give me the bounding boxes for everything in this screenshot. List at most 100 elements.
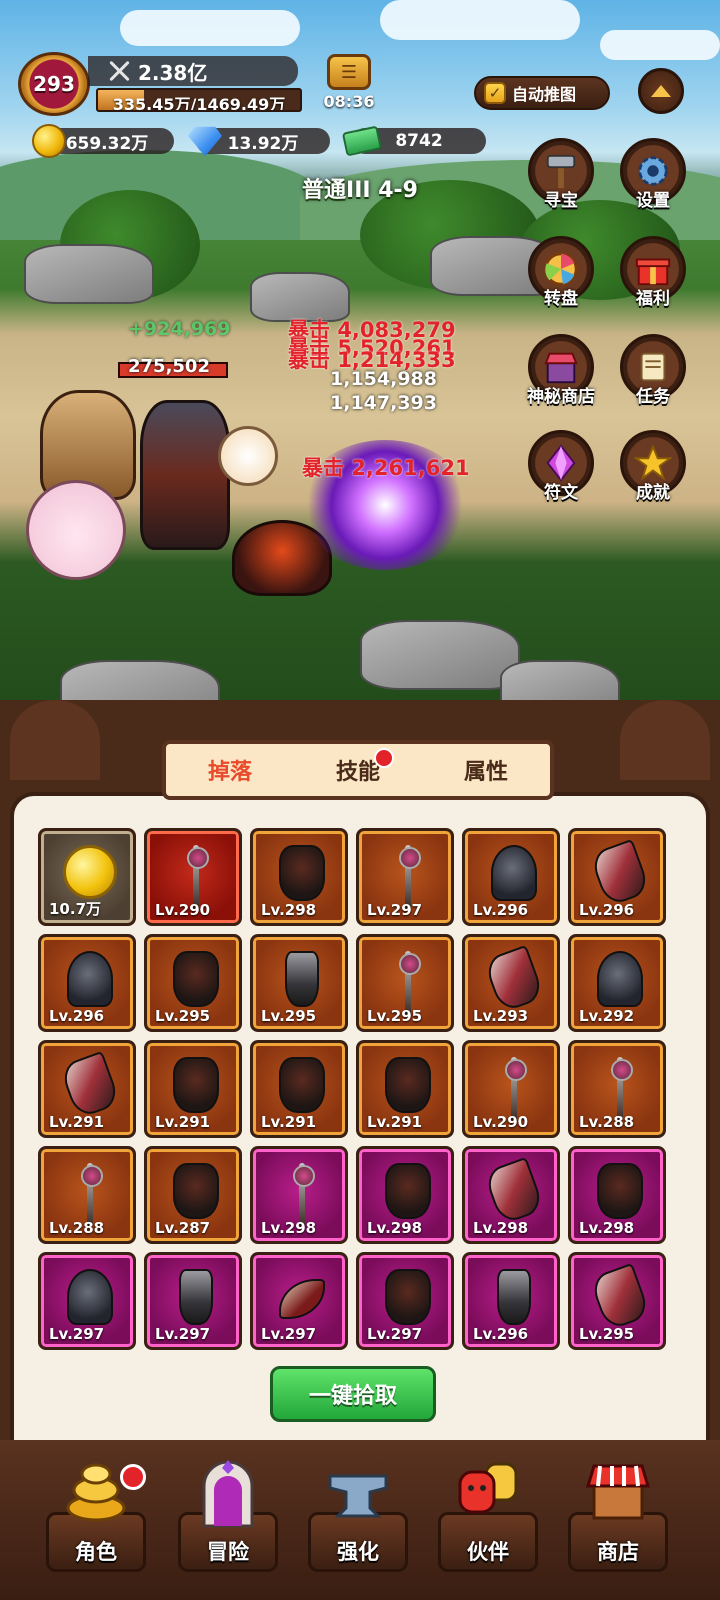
drop-item-slot[interactable]: Lv.291: [38, 1040, 136, 1138]
gear-icon: [638, 156, 668, 186]
treasure-hunt-button[interactable]: 寻宝: [518, 138, 604, 234]
nav-partners-label: 伙伴: [467, 1540, 509, 1564]
wheel-button[interactable]: 转盘: [518, 236, 604, 332]
drop-item-slot[interactable]: Lv.298: [250, 828, 348, 926]
nav-enhance[interactable]: 强化: [298, 1458, 418, 1590]
treasure-hunt-label: 寻宝: [544, 191, 578, 211]
drop-item-level: Lv.288: [579, 1113, 635, 1131]
runes-button[interactable]: 符文: [518, 430, 604, 526]
gold-counter[interactable]: 659.32万: [32, 124, 174, 158]
drop-item-slot[interactable]: Lv.290: [462, 1040, 560, 1138]
staff-icon: [505, 1057, 527, 1121]
tab-attributes[interactable]: 属性: [464, 754, 508, 786]
notification-dot: [374, 748, 394, 768]
shop-stall-icon: [586, 1464, 650, 1520]
achievements-button[interactable]: 成就: [610, 430, 696, 526]
crossed-swords-icon: [108, 60, 130, 82]
drop-item-slot[interactable]: Lv.296: [38, 934, 136, 1032]
staff-icon: [293, 1163, 315, 1227]
tab-skills[interactable]: 技能: [336, 748, 394, 786]
drop-item-slot[interactable]: Lv.298: [250, 1146, 348, 1244]
drop-item-level: 10.7万: [49, 900, 102, 918]
drop-item-slot[interactable]: Lv.288: [38, 1146, 136, 1244]
drop-item-level: Lv.296: [579, 901, 635, 919]
drop-item-level: Lv.290: [473, 1113, 529, 1131]
portal-door-icon: [202, 1460, 254, 1528]
rock: [24, 244, 154, 304]
drop-item-slot[interactable]: Lv.295: [356, 934, 454, 1032]
horn-icon: [279, 1279, 325, 1319]
drop-item-slot[interactable]: Lv.291: [144, 1040, 242, 1138]
nav-character[interactable]: 角色: [36, 1458, 156, 1590]
drop-item-slot[interactable]: Lv.296: [462, 1252, 560, 1350]
tab-drops[interactable]: 掉落: [208, 754, 252, 786]
combat-power: 2.38亿: [88, 56, 298, 86]
drop-item-slot[interactable]: Lv.293: [462, 934, 560, 1032]
crit-label: 暴击: [288, 348, 330, 372]
armor-icon: [173, 1057, 219, 1113]
heal-number: +924,969: [128, 318, 231, 340]
drop-item-level: Lv.296: [49, 1007, 105, 1025]
experience-text: 335.45万/1469.49万: [112, 95, 286, 112]
scroll-icon: [640, 352, 666, 382]
drop-item-level: Lv.287: [155, 1219, 211, 1237]
drop-item-slot[interactable]: Lv.297: [356, 828, 454, 926]
drop-item-slot[interactable]: Lv.295: [250, 934, 348, 1032]
achievements-label: 成就: [636, 483, 670, 503]
nav-partners[interactable]: 伙伴: [428, 1458, 548, 1590]
drop-item-slot[interactable]: Lv.287: [144, 1146, 242, 1244]
chest-timer: 08:36: [323, 92, 375, 111]
collect-all-button[interactable]: 一键拾取: [270, 1366, 436, 1422]
diamond-counter[interactable]: 13.92万: [188, 126, 330, 157]
checkmark-icon: ✓: [484, 82, 506, 104]
drop-item-slot[interactable]: Lv.288: [568, 1040, 666, 1138]
drop-item-level: Lv.298: [579, 1219, 635, 1237]
drop-item-slot[interactable]: Lv.296: [462, 828, 560, 926]
drop-item-level: Lv.295: [579, 1325, 635, 1343]
runes-label: 符文: [544, 483, 578, 503]
drop-item-level: Lv.290: [155, 901, 211, 919]
helm-icon: [67, 951, 113, 1007]
mystery-shop-button[interactable]: 神秘商店: [518, 334, 604, 430]
drop-item-slot[interactable]: Lv.291: [250, 1040, 348, 1138]
drop-item-slot[interactable]: Lv.295: [568, 1252, 666, 1350]
glove-icon: [58, 1050, 122, 1120]
drop-item-slot[interactable]: Lv.297: [250, 1252, 348, 1350]
drop-item-level: Lv.288: [49, 1219, 105, 1237]
crystal-icon: [546, 444, 576, 482]
crit-value: 2,261,621: [351, 456, 470, 480]
bottom-nav: 角色 冒险 强化 伙伴 商店: [0, 1440, 720, 1600]
drop-item-level: Lv.295: [155, 1007, 211, 1025]
drop-item-level: Lv.298: [473, 1219, 529, 1237]
drop-item-slot[interactable]: 10.7万: [38, 828, 136, 926]
drop-item-slot[interactable]: Lv.297: [144, 1252, 242, 1350]
staff-icon: [399, 951, 421, 1015]
drop-item-slot[interactable]: Lv.297: [38, 1252, 136, 1350]
drop-item-slot[interactable]: Lv.292: [568, 934, 666, 1032]
nav-shop[interactable]: 商店: [558, 1458, 678, 1590]
drop-item-slot[interactable]: Lv.295: [144, 934, 242, 1032]
staff-icon: [81, 1163, 103, 1227]
gold-coin-icon: [32, 124, 66, 158]
drop-item-slot[interactable]: Lv.290: [144, 828, 242, 926]
egg-pet: [218, 426, 278, 486]
drop-item-slot[interactable]: Lv.296: [568, 828, 666, 926]
nav-adventure[interactable]: 冒险: [168, 1458, 288, 1590]
combat-power-value: 2.38亿: [138, 60, 208, 85]
armor-icon: [173, 1163, 219, 1219]
drop-item-slot[interactable]: Lv.298: [462, 1146, 560, 1244]
armor-icon: [279, 845, 325, 901]
player-level-badge[interactable]: 293: [18, 52, 90, 116]
timed-chest[interactable]: ☰ 08:36: [316, 54, 382, 114]
collapse-menu-button[interactable]: [638, 68, 684, 114]
drop-item-slot[interactable]: Lv.298: [356, 1146, 454, 1244]
drop-item-slot[interactable]: Lv.298: [568, 1146, 666, 1244]
drop-item-slot[interactable]: Lv.291: [356, 1040, 454, 1138]
settings-button[interactable]: 设置: [610, 138, 696, 234]
auto-push-toggle[interactable]: ✓ 自动推图: [474, 76, 610, 110]
drop-item-slot[interactable]: Lv.297: [356, 1252, 454, 1350]
tasks-button[interactable]: 任务: [610, 334, 696, 430]
cash-counter[interactable]: 8742: [341, 125, 486, 157]
welfare-button[interactable]: 福利: [610, 236, 696, 332]
damage-number: 1,147,393: [330, 392, 437, 414]
